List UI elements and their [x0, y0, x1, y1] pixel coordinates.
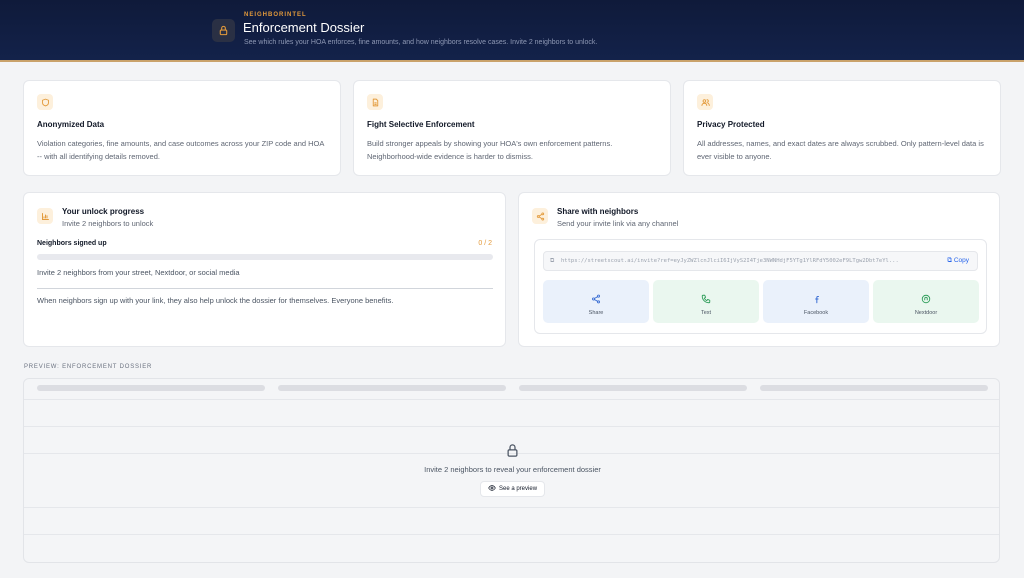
progress-bar: [37, 254, 493, 260]
placeholder-row: [24, 399, 999, 400]
bar-chart-icon: [37, 208, 53, 224]
preview-section-label: PREVIEW: ENFORCEMENT DOSSIER: [24, 364, 153, 370]
document-icon: [367, 94, 383, 110]
facebook-icon: [811, 291, 821, 309]
feature-card-selective-enforcement: Fight Selective Enforcement Build strong…: [353, 80, 671, 176]
channel-facebook-button[interactable]: Facebook: [763, 280, 869, 323]
dossier-preview-locked: Invite 2 neighbors to reveal your enforc…: [23, 378, 1000, 563]
feature-description: Build stronger appeals by showing your H…: [367, 139, 613, 161]
divider: [37, 288, 493, 289]
feature-title: Fight Selective Enforcement: [367, 120, 475, 129]
phone-icon: [701, 291, 711, 309]
channel-label: Share: [588, 310, 604, 316]
progress-title: Your unlock progress: [62, 207, 145, 216]
copy-button-label: Copy: [953, 257, 969, 264]
invite-link-field[interactable]: ⧉ https://streetscout.ai/invite?ref=eyJy…: [543, 251, 978, 271]
share-card: Share with neighbors Send your invite li…: [518, 192, 1000, 347]
shield-icon: [37, 94, 53, 110]
page-subtitle: See which rules your HOA enforces, fine …: [244, 39, 598, 46]
placeholder-row: [24, 426, 999, 427]
page-header: NEIGHBORINTEL Enforcement Dossier See wh…: [0, 0, 1024, 62]
share-icon: [591, 291, 601, 309]
placeholder-row: [24, 534, 999, 535]
feature-title: Privacy Protected: [697, 120, 765, 129]
share-title: Share with neighbors: [557, 207, 639, 216]
progress-subtitle: Invite 2 neighbors to unlock: [62, 219, 154, 228]
progress-count: 0 / 2: [478, 240, 492, 247]
feature-description: Violation categories, fine amounts, and …: [37, 139, 324, 161]
brand-eyebrow: NEIGHBORINTEL: [244, 12, 307, 18]
nextdoor-icon: [921, 291, 931, 309]
placeholder-header: [37, 385, 265, 391]
progress-label: Neighbors signed up: [37, 240, 107, 247]
locked-message: Invite 2 neighbors to reveal your enforc…: [424, 465, 601, 474]
channel-share-button[interactable]: Share: [543, 280, 649, 323]
channel-label: Nextdoor: [914, 310, 938, 316]
channel-nextdoor-button[interactable]: Nextdoor: [873, 280, 979, 323]
see-preview-label: See a preview: [499, 486, 538, 492]
unlock-progress-card: Your unlock progress Invite 2 neighbors …: [23, 192, 506, 347]
invite-link-text: https://streetscout.ai/invite?ref=eyJyZW…: [561, 258, 899, 264]
share-panel: ⧉ https://streetscout.ai/invite?ref=eyJy…: [534, 239, 987, 334]
copy-button[interactable]: ⧉ Copy: [947, 257, 969, 265]
feature-card-anonymized: Anonymized Data Violation categories, fi…: [23, 80, 341, 176]
users-icon: [697, 94, 713, 110]
channel-label: Text: [700, 310, 712, 316]
link-icon: ⧉: [550, 258, 555, 264]
progress-note: When neighbors sign up with your link, t…: [37, 296, 394, 305]
feature-card-privacy: Privacy Protected All addresses, names, …: [683, 80, 1001, 176]
feature-title: Anonymized Data: [37, 120, 105, 129]
placeholder-header: [278, 385, 506, 391]
progress-hint: Invite 2 neighbors from your street, Nex…: [37, 268, 240, 277]
feature-description: All addresses, names, and exact dates ar…: [697, 139, 984, 161]
placeholder-row: [24, 507, 999, 508]
page-title: Enforcement Dossier: [243, 20, 365, 35]
eye-icon: [488, 484, 496, 494]
see-preview-button[interactable]: See a preview: [480, 481, 546, 497]
channel-label: Facebook: [803, 310, 829, 316]
channel-text-button[interactable]: Text: [653, 280, 759, 323]
lock-icon: [212, 19, 235, 42]
share-subtitle: Send your invite link via any channel: [557, 219, 679, 228]
lock-icon: [505, 443, 520, 463]
placeholder-header: [760, 385, 988, 391]
placeholder-header: [519, 385, 747, 391]
share-icon: [532, 208, 548, 224]
